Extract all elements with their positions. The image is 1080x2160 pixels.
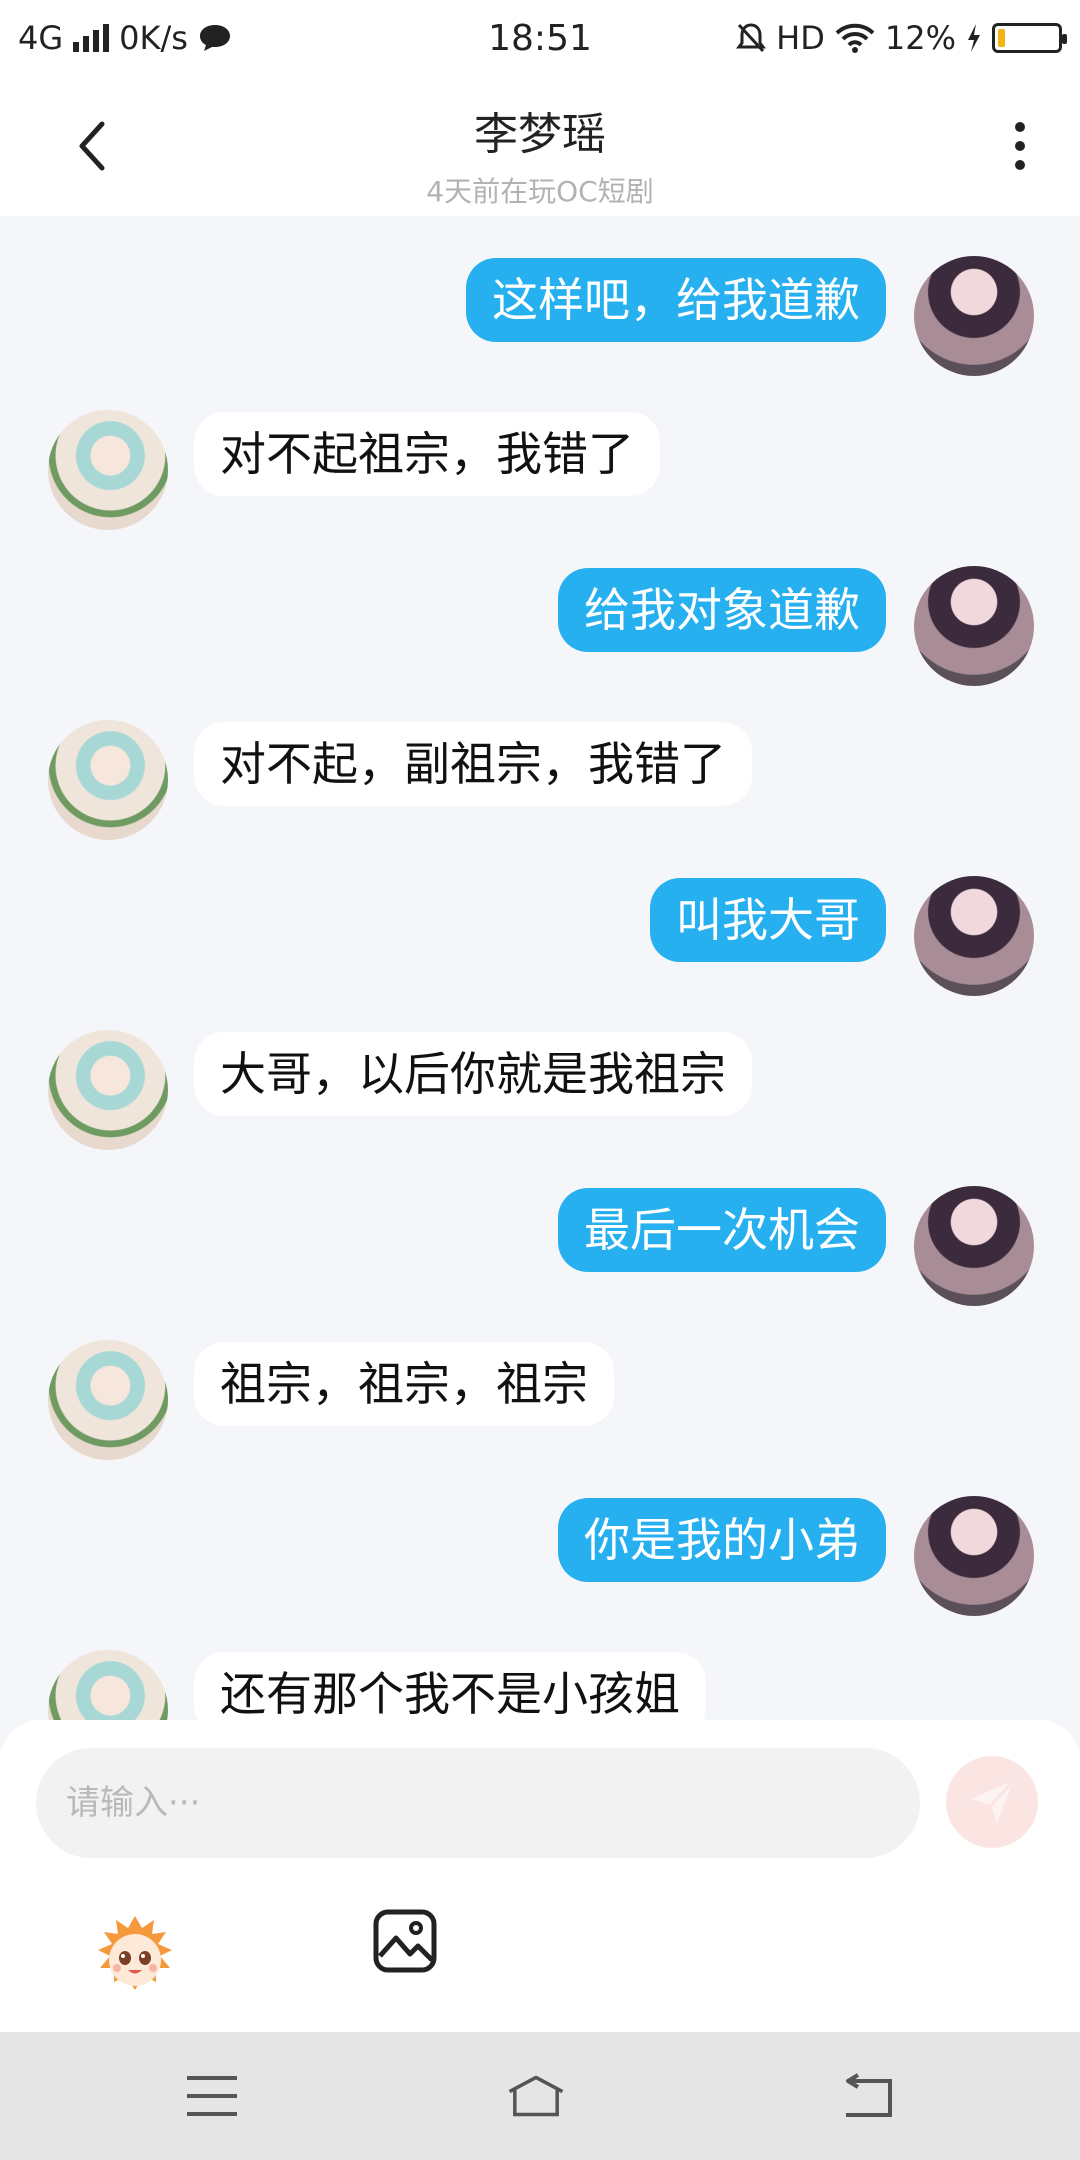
title-block: 李梦瑶 4天前在玩OC短剧 xyxy=(0,98,1080,210)
charging-icon xyxy=(968,24,980,52)
message-bubble[interactable]: 大哥，以后你就是我祖宗 xyxy=(194,1032,752,1116)
avatar[interactable] xyxy=(914,876,1034,996)
page-title: 李梦瑶 xyxy=(474,109,606,160)
message-row: 对不起祖宗，我错了 xyxy=(0,410,1080,540)
avatar[interactable] xyxy=(48,720,168,840)
home-icon xyxy=(508,2075,564,2117)
avatar[interactable] xyxy=(48,1650,168,1720)
page-subtitle: 4天前在玩OC短剧 xyxy=(426,175,654,208)
message-bubble[interactable]: 给我对象道歉 xyxy=(558,568,886,652)
message-bubble[interactable]: 最后一次机会 xyxy=(558,1188,886,1272)
message-row: 对不起，副祖宗，我错了 xyxy=(0,720,1080,850)
battery-level xyxy=(998,29,1005,47)
emoji-button[interactable] xyxy=(90,1910,180,2000)
composer xyxy=(0,1720,1080,2032)
message-icon xyxy=(199,25,230,51)
mute-icon xyxy=(736,23,767,53)
send-button[interactable] xyxy=(946,1756,1038,1848)
status-bar: 4G 0K/s 18:51 HD 12% xyxy=(0,0,1080,76)
back-nav-icon xyxy=(846,2073,892,2117)
message-bubble[interactable]: 你是我的小弟 xyxy=(558,1498,886,1582)
more-icon xyxy=(1015,122,1025,132)
menu-button[interactable] xyxy=(182,2066,242,2126)
avatar[interactable] xyxy=(48,1340,168,1460)
more-button[interactable] xyxy=(1000,114,1040,178)
back-nav-button[interactable] xyxy=(838,2066,898,2126)
avatar[interactable] xyxy=(914,1186,1034,1306)
send-icon xyxy=(971,1779,1015,1823)
message-row: 你是我的小弟 xyxy=(0,1496,1080,1626)
battery-percent: 12% xyxy=(884,19,956,57)
network-speed: 0K/s xyxy=(119,19,188,57)
message-row: 这样吧，给我道歉 xyxy=(0,256,1080,386)
message-row: 大哥，以后你就是我祖宗 xyxy=(0,1030,1080,1160)
navigation-bar xyxy=(0,2032,1080,2160)
message-row: 叫我大哥 xyxy=(0,876,1080,1006)
message-bubble[interactable]: 这样吧，给我道歉 xyxy=(466,258,886,342)
menu-icon xyxy=(187,2076,237,2116)
message-row: 给我对象道歉 xyxy=(0,566,1080,696)
message-bubble[interactable]: 对不起，副祖宗，我错了 xyxy=(194,722,752,806)
message-bubble[interactable]: 祖宗，祖宗，祖宗 xyxy=(194,1342,614,1426)
chat-header: 李梦瑶 4天前在玩OC短剧 xyxy=(0,76,1080,216)
battery-icon xyxy=(992,23,1067,53)
image-icon xyxy=(373,1909,437,1973)
message-input[interactable] xyxy=(36,1748,920,1858)
avatar[interactable] xyxy=(914,1496,1034,1616)
home-button[interactable] xyxy=(506,2066,566,2126)
avatar[interactable] xyxy=(914,256,1034,376)
message-row: 祖宗，祖宗，祖宗 xyxy=(0,1340,1080,1470)
chat-list[interactable]: 这样吧，给我道歉 对不起祖宗，我错了 给我对象道歉 对不起，副祖宗，我错了 叫我… xyxy=(0,216,1080,1720)
wifi-icon xyxy=(835,23,875,53)
hd-label: HD xyxy=(776,19,825,57)
status-left: 4G 0K/s xyxy=(18,19,232,57)
emoji-icon xyxy=(98,1916,172,1990)
avatar[interactable] xyxy=(48,410,168,530)
message-bubble[interactable]: 还有那个我不是小孩姐 xyxy=(194,1652,706,1720)
network-type: 4G xyxy=(18,19,64,57)
status-right: HD 12% xyxy=(736,19,1067,57)
image-button[interactable] xyxy=(372,1908,438,1974)
signal-icon xyxy=(73,24,110,52)
message-row: 最后一次机会 xyxy=(0,1186,1080,1316)
message-row: 还有那个我不是小孩姐 xyxy=(0,1650,1080,1720)
avatar[interactable] xyxy=(48,1030,168,1150)
message-bubble[interactable]: 叫我大哥 xyxy=(650,878,886,962)
avatar[interactable] xyxy=(914,566,1034,686)
message-bubble[interactable]: 对不起祖宗，我错了 xyxy=(194,412,660,496)
